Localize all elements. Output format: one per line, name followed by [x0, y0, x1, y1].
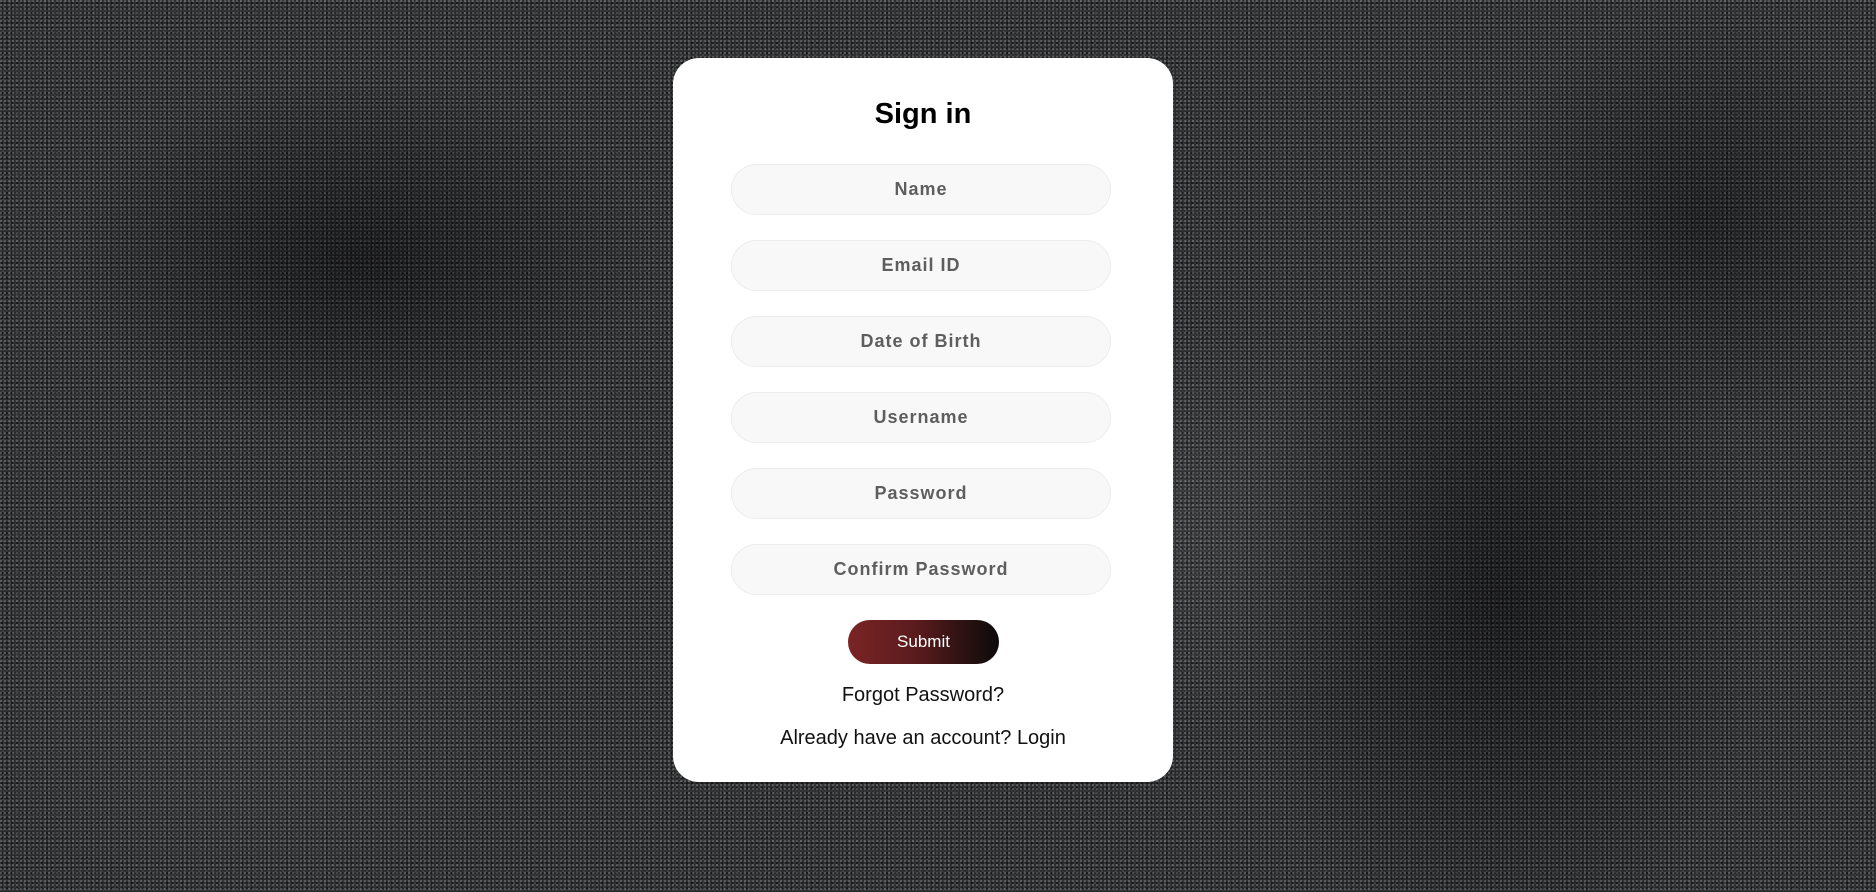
login-prompt-row: Already have an account? Login [673, 725, 1173, 751]
password-input[interactable] [731, 468, 1111, 519]
login-link[interactable]: Login [1017, 727, 1066, 749]
forgot-password-row: Forgot Password? [673, 682, 1173, 708]
form-title: Sign in [874, 98, 972, 130]
sign-in-card: Sign in Submit Forgot Password? Already … [673, 58, 1173, 782]
date-of-birth-input[interactable] [731, 316, 1111, 367]
forgot-password-link[interactable]: Forgot Password? [842, 684, 1004, 706]
confirm-password-input[interactable] [731, 544, 1111, 595]
submit-button[interactable]: Submit [848, 620, 999, 664]
account-prompt-text: Already have an account? [780, 727, 1017, 749]
username-input[interactable] [731, 392, 1111, 443]
name-input[interactable] [731, 164, 1111, 215]
email-input[interactable] [731, 240, 1111, 291]
